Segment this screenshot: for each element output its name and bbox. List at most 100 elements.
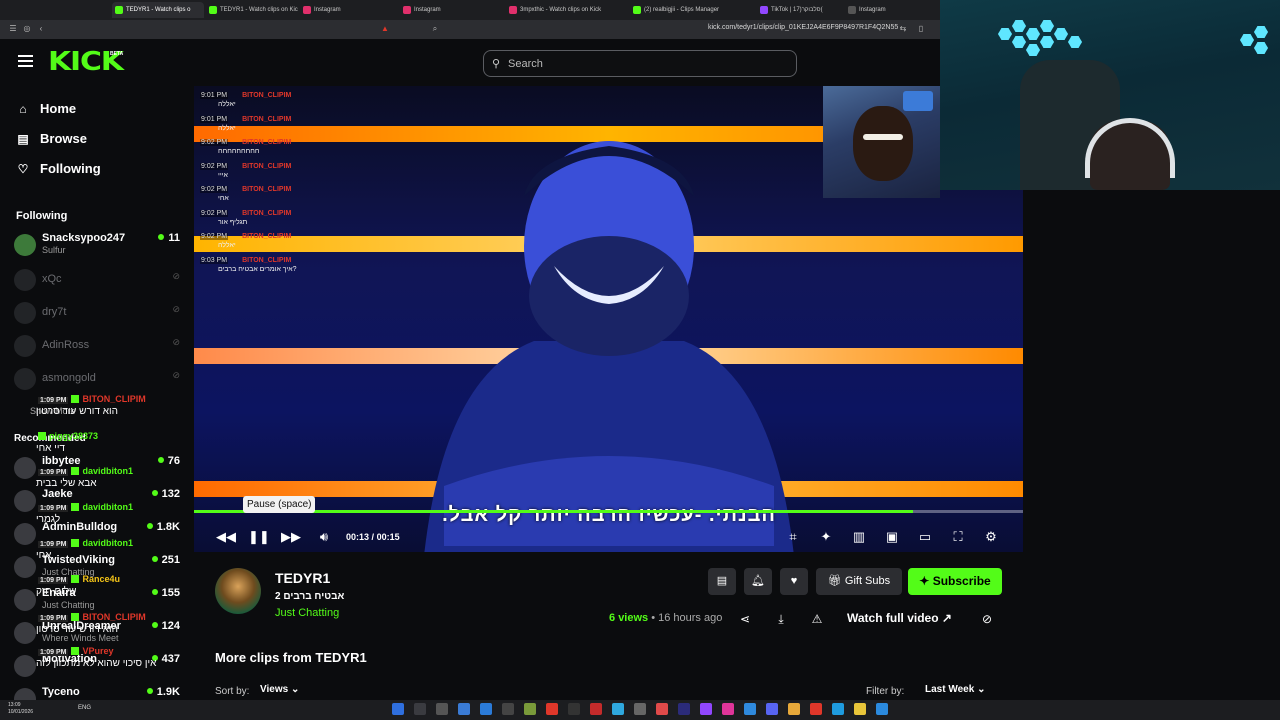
browser-tab[interactable]: Instagram [845, 2, 935, 18]
taskbar-app-icon[interactable] [722, 703, 734, 715]
avatar [14, 490, 36, 512]
follow-button[interactable]: ♥ [780, 568, 808, 595]
fast-forward-icon[interactable]: ▶▶ [281, 527, 301, 547]
followed-channel[interactable]: dry7t ⊘ [14, 300, 184, 324]
taskbar-app-icon[interactable] [458, 703, 470, 715]
hamburger-menu-icon[interactable] [18, 55, 33, 67]
avatar [14, 523, 36, 545]
site-header: KICK BETA ⚲ [0, 39, 940, 86]
followed-channel[interactable]: AdinRoss ⊘ [14, 333, 184, 357]
chat-message: 9:02 PM BITON_CLIPIM יאללה [200, 233, 292, 249]
settings-gear-icon[interactable]: ⚙ [981, 527, 1001, 547]
report-icon[interactable]: ⚠ [810, 612, 824, 626]
edge-icon[interactable] [832, 703, 844, 715]
browser-tab[interactable]: 3mpxthic - Watch clips on Kick [506, 2, 628, 18]
volume-icon[interactable]: 🔊︎ [314, 527, 334, 547]
taskbar-app-icon[interactable] [414, 703, 426, 715]
taskbar-app-icon[interactable] [678, 703, 690, 715]
url-text[interactable]: kick.com/tedyr1/clips/clip_01KEJ2A4E6F9P… [708, 24, 898, 31]
followed-channel[interactable]: Snacksypoo247 Sulfur 11 [14, 232, 184, 256]
menu-icon[interactable]: ☰ [8, 24, 18, 34]
fullscreen-icon[interactable]: ⛶ [948, 527, 968, 547]
heart-icon: ♡ [17, 162, 29, 176]
theater-mode-icon[interactable]: ▭ [915, 527, 935, 547]
zoom-icon[interactable]: ⌕ [430, 24, 440, 34]
browser-tab[interactable]: Instagram [300, 2, 396, 18]
start-icon[interactable] [392, 703, 404, 715]
taskbar-app-icon[interactable] [634, 703, 646, 715]
browser-tab[interactable]: TikTok | 17)סלבוקר( [757, 2, 843, 18]
back-icon[interactable]: ‹ [36, 24, 46, 34]
browser-tab[interactable]: TEDYR1 - Watch clips o [112, 2, 204, 18]
taskbar-app-icon[interactable] [502, 703, 514, 715]
translate-icon[interactable]: ⇆ [898, 24, 908, 34]
chat-popout-button[interactable]: ▤ [708, 568, 736, 595]
external-link-icon: ↗ [941, 611, 952, 625]
taskbar-app-icon[interactable] [700, 703, 712, 715]
overlay-chat-line: 1:09 PM davidbiton1 [38, 466, 133, 476]
share-icon[interactable]: ⋖ [738, 612, 752, 626]
watch-full-video-button[interactable]: Watch full video ↗ [847, 611, 952, 625]
taskbar-app-icon[interactable] [810, 703, 822, 715]
sidebar-item-home[interactable]: ⌂ Home [16, 99, 76, 119]
taskbar-app-icon[interactable] [590, 703, 602, 715]
shield-icon[interactable]: ◎ [22, 24, 32, 34]
bookmark-icon[interactable]: ▯ [916, 24, 926, 34]
browser-tab[interactable]: TEDYR1 - Watch clips on Kick [206, 2, 298, 18]
filter-dropdown[interactable]: Last Week ⌄ [925, 684, 985, 695]
taskbar-app-icon[interactable] [876, 703, 888, 715]
language-indicator[interactable]: ENG [78, 705, 91, 711]
sidebar-item-following[interactable]: ♡ Following [16, 159, 101, 179]
subscribe-button[interactable]: ✦ Subscribe [908, 568, 1002, 595]
stats-icon[interactable]: ▥ [849, 527, 869, 547]
overlay-chat-line: 1:09 PM Rance4u [38, 574, 120, 584]
taskbar-app-icon[interactable] [546, 703, 558, 715]
taskbar-app-icon[interactable] [524, 703, 536, 715]
channel-avatar[interactable] [215, 568, 261, 614]
browser-tab[interactable]: (2) realbigjii - Clips Manager [630, 2, 756, 18]
rewind-icon[interactable]: ◀◀ [216, 527, 236, 547]
taskbar-app-icon[interactable] [744, 703, 756, 715]
followed-channel[interactable]: xQc ⊘ [14, 267, 184, 291]
warning-icon[interactable]: ▲ [380, 24, 390, 34]
channel-name[interactable]: TEDYR1 [275, 570, 330, 586]
taskbar-app-icon[interactable] [436, 703, 448, 715]
sparkle-icon[interactable]: ✦ [816, 527, 836, 547]
taskbar-app-icon[interactable] [568, 703, 580, 715]
chat-message: 9:02 PM BITON_CLIPIM חחחחחחחחח [200, 139, 292, 155]
clip-crop-icon[interactable]: ⌗ [783, 527, 803, 547]
webcam-person [853, 106, 913, 181]
star-icon: ✦ [919, 574, 930, 588]
taskbar-app-icon[interactable] [612, 703, 624, 715]
taskbar-app-icon[interactable] [766, 703, 778, 715]
followed-channel[interactable]: asmongold ⊘ [14, 366, 184, 390]
webcam-small [823, 86, 940, 198]
progress-bar[interactable] [194, 510, 1023, 513]
chat-message: 9:01 PM BITON_CLIPIM יאללה [200, 115, 292, 132]
recommended-channel[interactable]: Tyceno 1.9K [14, 686, 184, 700]
badge-icon [71, 575, 80, 583]
search-input[interactable] [508, 55, 788, 73]
gift-subs-button[interactable]: 🎁︎ Gift Subs [816, 568, 902, 595]
overlay-chat-message: שלום חזק [36, 586, 77, 597]
download-icon[interactable]: ⤓ [774, 612, 788, 627]
sort-dropdown[interactable]: Views ⌄ [260, 684, 299, 695]
pip-icon[interactable]: ▣ [882, 527, 902, 547]
chrome-icon[interactable] [788, 703, 800, 715]
overlay-chat-message: אבא שלי בבית [36, 478, 97, 489]
pause-icon[interactable]: ❚❚ [248, 527, 270, 547]
logo-beta-badge: BETA [110, 51, 124, 57]
hide-icon[interactable]: ⊘ [980, 612, 994, 626]
overlay-chat-line: 1:09 PM BITON_CLIPIM [38, 612, 146, 622]
browser-tab[interactable]: Instagram [400, 2, 504, 18]
taskbar-app-icon[interactable] [656, 703, 668, 715]
notification-button[interactable]: 🔔︎ [744, 568, 772, 595]
sidebar-item-browse[interactable]: ▤ Browse [16, 129, 87, 149]
browse-icon: ▤ [17, 132, 29, 146]
search-bar[interactable]: ⚲ [483, 50, 797, 77]
folder-icon[interactable] [854, 703, 866, 715]
webcam-main [940, 0, 1280, 190]
offline-icon: ⊘ [172, 370, 180, 380]
category-link[interactable]: Just Chatting [275, 607, 339, 619]
taskbar-app-icon[interactable] [480, 703, 492, 715]
